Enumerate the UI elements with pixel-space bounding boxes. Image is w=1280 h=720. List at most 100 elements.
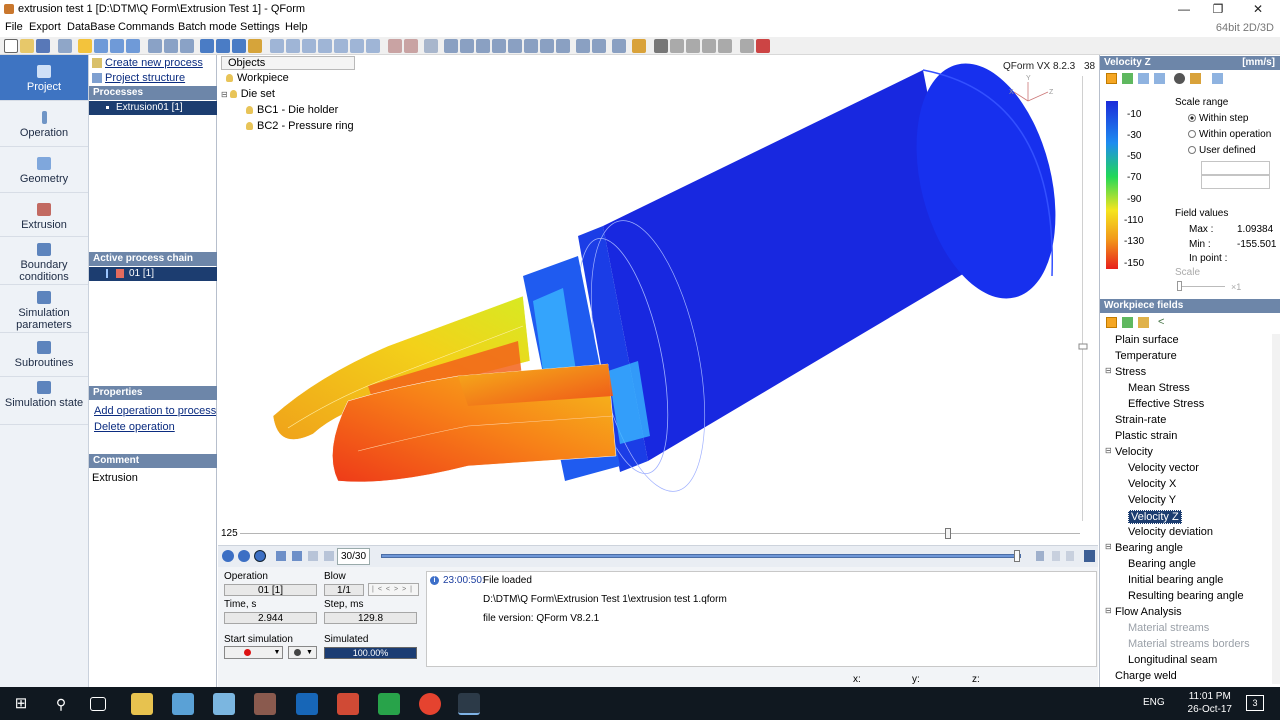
app-icon-2[interactable] xyxy=(172,693,194,715)
nav-boundary-conditions[interactable]: Boundary conditions xyxy=(0,237,88,285)
scale-brush-icon[interactable] xyxy=(1190,73,1201,84)
nav-operation[interactable]: Operation xyxy=(0,101,88,147)
delete-operation-link[interactable]: Delete operation xyxy=(94,421,175,433)
save-frames-icon[interactable] xyxy=(1084,550,1095,562)
stop-simulation-button[interactable]: ▼ xyxy=(288,646,317,659)
grid-icon[interactable] xyxy=(424,39,438,53)
chart-icon[interactable] xyxy=(612,39,626,53)
play-icon[interactable] xyxy=(1036,551,1044,561)
field-item[interactable]: Velocity Z xyxy=(1128,510,1182,524)
menu-file[interactable]: File xyxy=(5,21,23,33)
camtasia-icon[interactable] xyxy=(378,693,400,715)
measure-icon[interactable] xyxy=(366,39,380,53)
task-view-icon[interactable] xyxy=(90,697,106,711)
expand-toggle-icon[interactable]: ⊟ xyxy=(1105,366,1112,375)
playback-progress[interactable] xyxy=(381,554,1021,558)
stop-icon[interactable] xyxy=(1066,551,1074,561)
back-icon[interactable] xyxy=(222,550,234,562)
radio-within-operation[interactable]: Within operation xyxy=(1188,129,1271,140)
tree-icon[interactable] xyxy=(58,39,72,53)
tree-bc2[interactable]: BC2 - Pressure ring xyxy=(246,120,354,132)
cut-plane-icon[interactable] xyxy=(350,39,364,53)
axis-yz-icon[interactable] xyxy=(492,39,506,53)
create-process-link[interactable]: Create new process xyxy=(105,57,203,69)
zoom-in-icon[interactable] xyxy=(164,39,178,53)
field-item[interactable]: Velocity X xyxy=(1128,478,1176,490)
language-indicator[interactable]: ENG xyxy=(1143,697,1165,708)
field-item[interactable]: Velocity vector xyxy=(1128,462,1199,474)
film-icon[interactable] xyxy=(740,39,754,53)
time-slider[interactable]: 125 xyxy=(218,527,1098,541)
playback-thumb[interactable] xyxy=(1014,550,1020,562)
nav-project[interactable]: Project xyxy=(0,55,88,101)
rotate-back-icon[interactable] xyxy=(232,39,246,53)
axis-flip-icon[interactable] xyxy=(540,39,554,53)
expand-toggle-icon[interactable]: ⊟ xyxy=(1105,446,1112,455)
file-explorer-icon[interactable] xyxy=(131,693,153,715)
objects-tab[interactable]: Objects xyxy=(221,56,355,70)
user-min-input[interactable] xyxy=(1201,175,1270,189)
menu-database[interactable]: DataBase xyxy=(67,21,115,33)
scale-slider-thumb[interactable] xyxy=(1177,281,1182,291)
nav-simulation-parameters[interactable]: Simulation parameters xyxy=(0,285,88,333)
nav-simulation-state[interactable]: Simulation state xyxy=(0,377,88,425)
collapse-icon[interactable]: ⊟ xyxy=(221,90,228,99)
scale-grid-icon[interactable] xyxy=(1138,73,1149,84)
down-icon[interactable] xyxy=(238,550,250,562)
cross-icon[interactable] xyxy=(592,39,606,53)
minimize-button[interactable]: — xyxy=(1167,0,1201,19)
record-icon[interactable] xyxy=(756,39,770,53)
field-item[interactable]: Bearing angle xyxy=(1128,558,1196,570)
camera-icon[interactable] xyxy=(654,39,668,53)
viewport-vscroll-thumb[interactable] xyxy=(1078,343,1088,350)
points-icon[interactable] xyxy=(404,39,418,53)
tree-workpiece[interactable]: Workpiece xyxy=(226,72,289,84)
scale-contrast-icon[interactable] xyxy=(1174,73,1185,84)
pause-icon[interactable] xyxy=(1052,551,1060,561)
axis-rot-icon[interactable] xyxy=(524,39,538,53)
field-item[interactable]: Velocity deviation xyxy=(1128,526,1213,538)
fields-yellow-icon[interactable] xyxy=(1138,317,1149,328)
select-pointer-icon[interactable] xyxy=(78,39,92,53)
scale-lines-icon[interactable] xyxy=(1154,73,1165,84)
scale-color-icon[interactable] xyxy=(1106,73,1117,84)
pan-icon[interactable] xyxy=(200,39,214,53)
comment-text[interactable]: Extrusion xyxy=(92,472,138,484)
slider-thumb[interactable] xyxy=(945,528,951,539)
radio-within-step[interactable]: Within step xyxy=(1188,113,1248,124)
fields-color-icon[interactable] xyxy=(1106,317,1117,328)
maximize-button[interactable]: ❐ xyxy=(1201,0,1235,19)
tree-dieset[interactable]: ⊟ Die set xyxy=(221,88,275,100)
field-item[interactable]: Temperature xyxy=(1115,350,1177,362)
scale-slider-track[interactable] xyxy=(1177,286,1225,287)
fields-green-icon[interactable] xyxy=(1122,317,1133,328)
field-item[interactable]: Plain surface xyxy=(1115,334,1179,346)
notification-icon[interactable]: 3 xyxy=(1246,695,1264,711)
export-data-icon[interactable] xyxy=(702,39,716,53)
next-frame-icon[interactable] xyxy=(324,551,334,561)
menu-commands[interactable]: Commands xyxy=(118,21,174,33)
field-item[interactable]: Plastic strain xyxy=(1115,430,1177,442)
menu-help[interactable]: Help xyxy=(285,21,308,33)
refresh-icon[interactable] xyxy=(270,39,284,53)
windows-start-icon[interactable]: ⊞ xyxy=(10,693,32,715)
field-item[interactable]: Velocity xyxy=(1115,446,1153,458)
share-icon[interactable]: < xyxy=(1158,317,1169,328)
expand-toggle-icon[interactable]: ⊟ xyxy=(1105,606,1112,615)
new-file-icon[interactable] xyxy=(4,39,18,53)
viewport-vscroll-track[interactable] xyxy=(1082,76,1083,521)
field-item[interactable]: Mean Stress xyxy=(1128,382,1190,394)
close-button[interactable]: ✕ xyxy=(1241,0,1275,19)
chain-item[interactable]: 01 [1] xyxy=(89,267,217,281)
field-item[interactable]: Velocity Y xyxy=(1128,494,1176,506)
ruler-icon[interactable] xyxy=(576,39,590,53)
stop-dropdown-icon[interactable]: ▼ xyxy=(306,647,313,659)
section-icon[interactable] xyxy=(318,39,332,53)
add-operation-link[interactable]: Add operation to process chain xyxy=(94,405,216,417)
axis-icon[interactable] xyxy=(444,39,458,53)
scale-panel-icon[interactable] xyxy=(1212,73,1223,84)
field-item[interactable]: Stress xyxy=(1115,366,1146,378)
slider-track[interactable] xyxy=(240,533,1080,534)
photo-app-icon[interactable] xyxy=(254,693,276,715)
view-cube-icon[interactable] xyxy=(110,39,124,53)
